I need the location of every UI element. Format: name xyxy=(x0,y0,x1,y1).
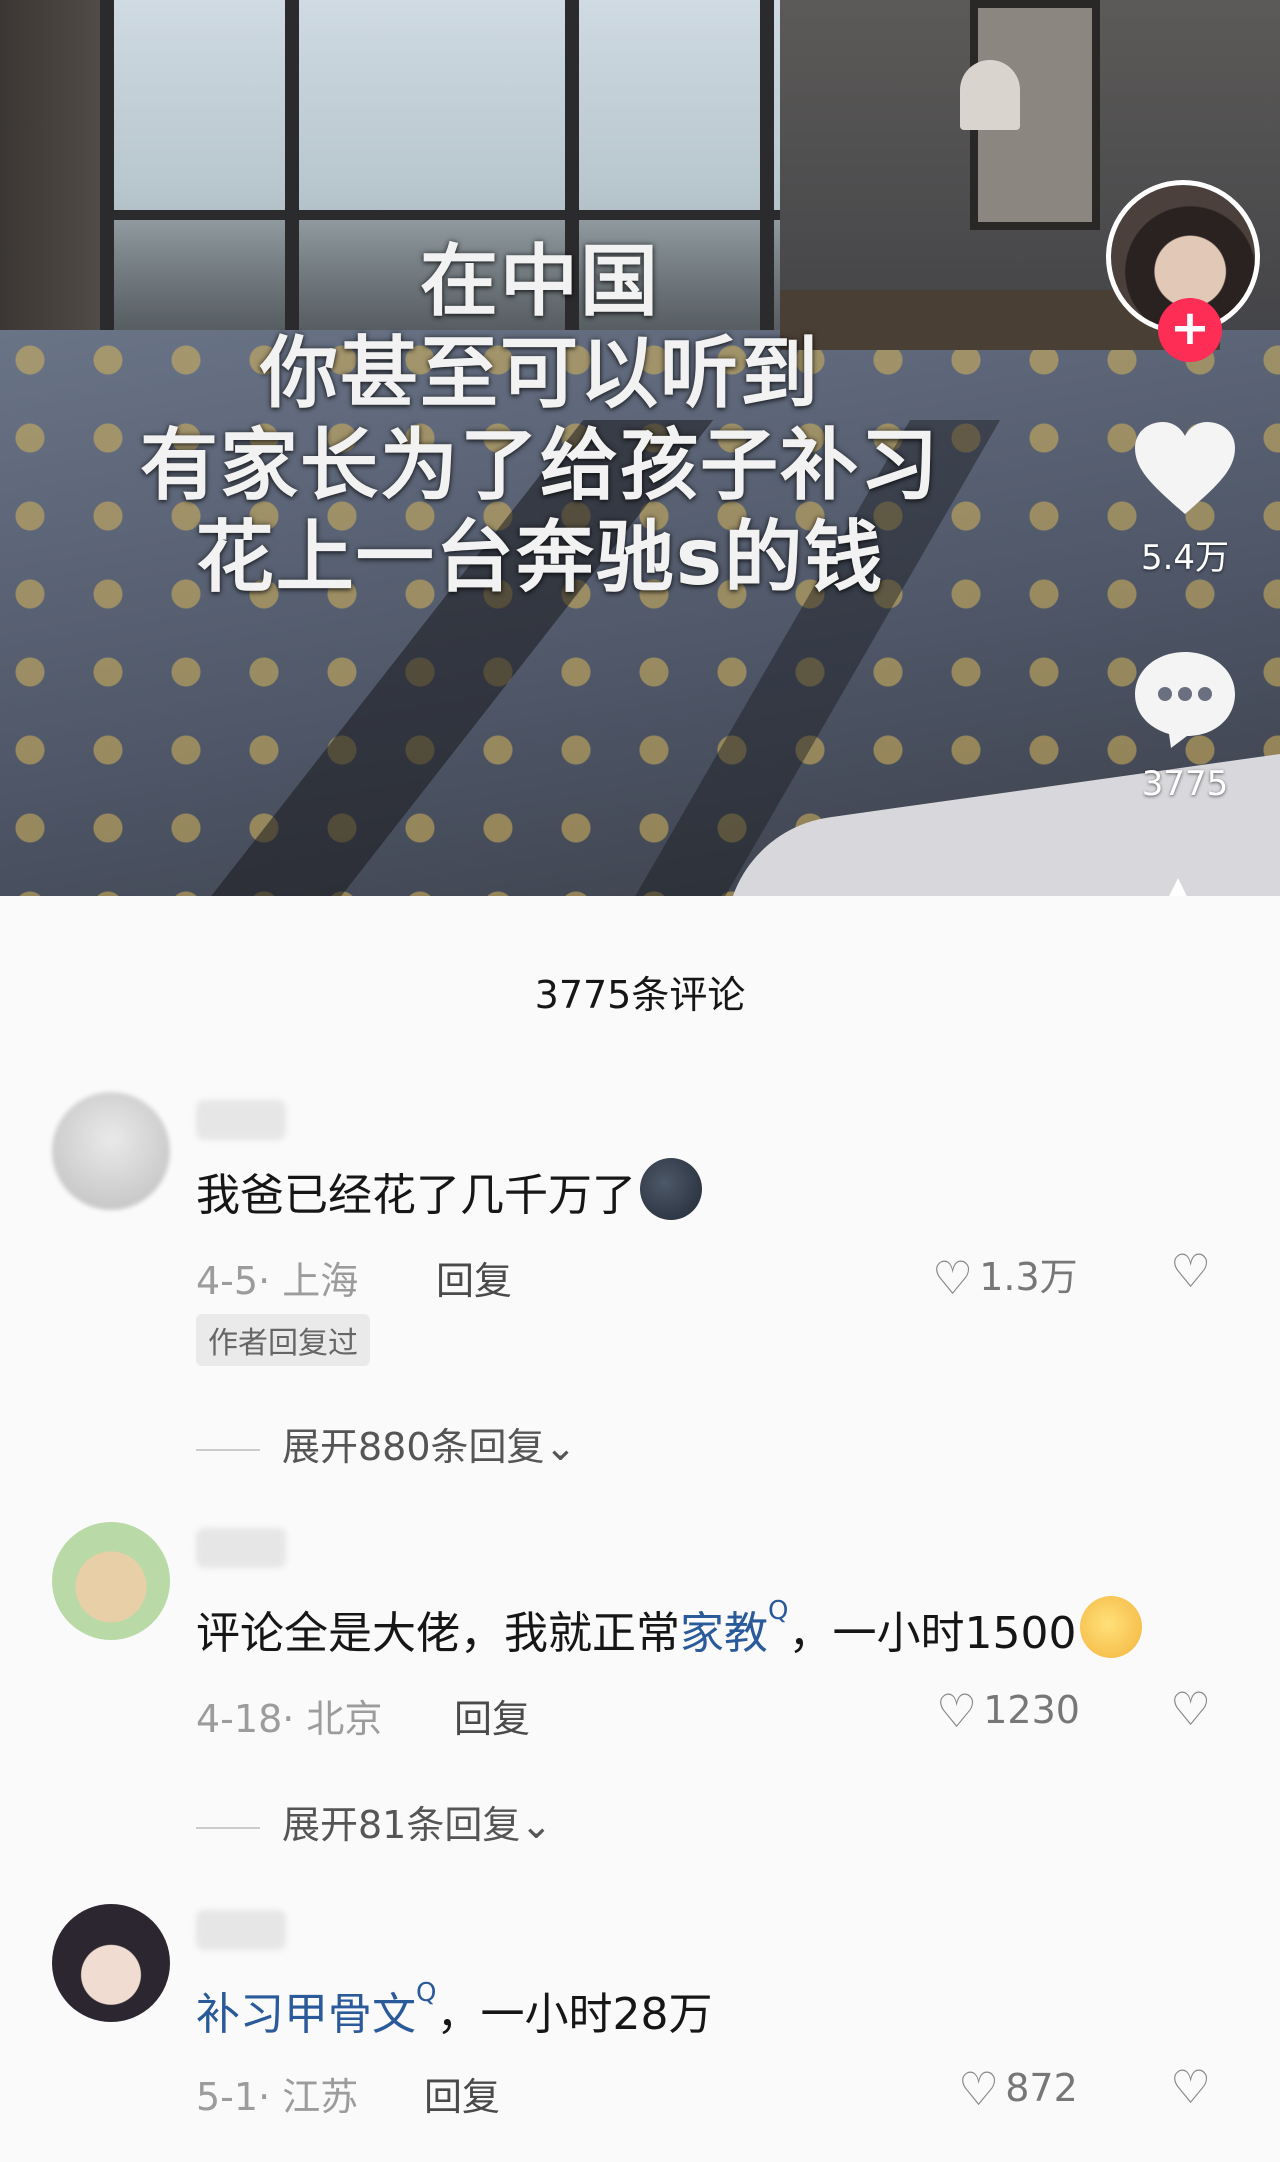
comment-text: 补习甲骨文Q，一小时28万 xyxy=(196,1978,712,2042)
expand-replies-label: 展开81条回复 xyxy=(282,1803,521,1847)
comment-body: 评论全是大佬，我就正常 xyxy=(196,1608,680,1659)
heart-icon: ♡ xyxy=(958,2062,1000,2116)
heart-icon: ♡ xyxy=(932,1251,974,1305)
comment-body-suffix: ，一小时1500 xyxy=(788,1608,1077,1659)
video-caption-line: 在中国 xyxy=(419,237,660,327)
search-link[interactable]: 家教 xyxy=(680,1608,768,1659)
chevron-down-icon: ⌄ xyxy=(544,1425,577,1469)
share-icon[interactable]: ▲ xyxy=(1168,872,1198,896)
comment-username[interactable] xyxy=(196,1100,286,1140)
follow-button[interactable]: + xyxy=(1158,298,1222,362)
dislike-icon[interactable]: ♡ xyxy=(1170,1682,1211,1736)
search-icon: Q xyxy=(768,1596,789,1626)
comment-username[interactable] xyxy=(196,1910,286,1950)
avatar[interactable] xyxy=(52,1904,170,2022)
creator-avatar[interactable]: + xyxy=(1106,180,1264,362)
comment-body: 我爸已经花了几千万了 xyxy=(196,1170,636,1221)
dislike-icon[interactable]: ♡ xyxy=(1170,1244,1211,1298)
video-background-lamp xyxy=(960,60,1020,130)
comment-like-count: 1230 xyxy=(983,1688,1080,1732)
divider xyxy=(196,1448,260,1451)
expand-replies-button[interactable]: 展开880条回复⌄ xyxy=(196,1416,576,1471)
avatar[interactable] xyxy=(52,1522,170,1640)
comment-button[interactable]: 3775 xyxy=(1120,648,1250,804)
moon-face-emoji xyxy=(640,1158,702,1220)
expand-replies-button[interactable]: 展开81条回复⌄ xyxy=(196,1794,552,1849)
comments-count-title: 3775条评论 xyxy=(534,973,746,1017)
video-caption-line: 花上一台奔驰s的钱 xyxy=(195,513,885,603)
comment-bubble-icon xyxy=(1135,652,1235,748)
author-replied-badge: 作者回复过 xyxy=(196,1314,370,1366)
comment-like-count: 872 xyxy=(1005,2066,1078,2110)
window-frame xyxy=(100,0,114,330)
search-icon: Q xyxy=(416,1978,437,2008)
comment-count: 3775 xyxy=(1141,764,1229,804)
like-count: 5.4万 xyxy=(1140,538,1230,578)
like-button[interactable]: 5.4万 xyxy=(1120,420,1250,579)
comment-like-button[interactable]: ♡ 872 xyxy=(958,2062,1078,2116)
chevron-down-icon: ⌄ xyxy=(520,1803,553,1847)
comment-date-location: 5-1· 江苏 xyxy=(196,2075,359,2119)
comment-username[interactable] xyxy=(196,1528,286,1568)
dislike-icon[interactable]: ♡ xyxy=(1170,2060,1211,2114)
comments-panel[interactable]: 3775条评论 我爸已经花了几千万了 4-5· 上海 回复 ♡ 1.3万 ♡ 作者… xyxy=(0,896,1280,2162)
video-player[interactable]: 在中国 你甚至可以听到 有家长为了给孩子补习 花上一台奔驰s的钱 + 5.4万 … xyxy=(0,0,1280,896)
avatar[interactable] xyxy=(52,1092,170,1210)
video-caption-line: 你甚至可以听到 xyxy=(259,329,820,419)
heart-icon xyxy=(1135,422,1235,514)
comment-date-location: 4-18· 北京 xyxy=(196,1697,383,1741)
window-frame xyxy=(100,210,780,220)
reply-button[interactable]: 回复 xyxy=(424,2066,500,2121)
divider xyxy=(196,1826,260,1829)
comment-like-button[interactable]: ♡ 1230 xyxy=(936,1684,1080,1738)
reply-button[interactable]: 回复 xyxy=(436,1250,512,1305)
comment-body-suffix: ，一小时28万 xyxy=(436,1989,713,2040)
video-caption-line: 有家长为了给孩子补习 xyxy=(139,421,940,511)
expand-replies-label: 展开880条回复 xyxy=(282,1425,545,1469)
comment-date-location: 4-5· 上海 xyxy=(196,1259,359,1303)
comment-like-count: 1.3万 xyxy=(979,1255,1078,1299)
search-link[interactable]: 补习甲骨文 xyxy=(196,1989,416,2040)
comment-text: 评论全是大佬，我就正常家教Q，一小时1500 xyxy=(196,1596,1143,1661)
video-caption: 在中国 你甚至可以听到 有家长为了给孩子补习 花上一台奔驰s的钱 xyxy=(130,236,950,604)
heart-icon: ♡ xyxy=(936,1684,978,1738)
comment-text: 我爸已经花了几千万了 xyxy=(196,1158,702,1223)
grin-sweat-emoji xyxy=(1080,1596,1143,1658)
comment-like-button[interactable]: ♡ 1.3万 xyxy=(932,1246,1078,1305)
reply-button[interactable]: 回复 xyxy=(454,1688,530,1743)
